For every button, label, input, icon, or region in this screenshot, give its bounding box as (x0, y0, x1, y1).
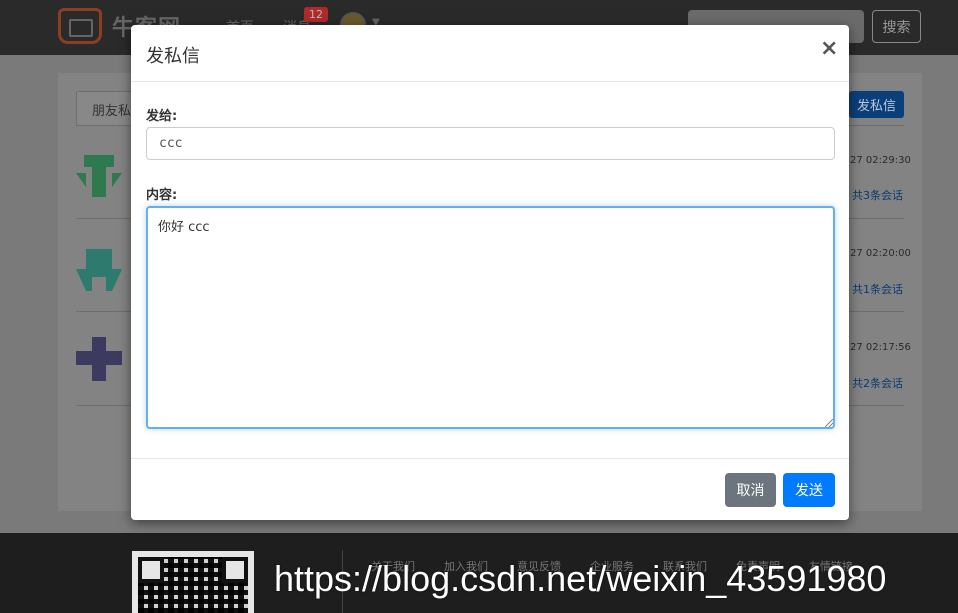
modal-title: 发私信 (146, 46, 200, 67)
open-send-letter-button[interactable]: 发私信 (849, 91, 904, 118)
conversation-avatar-2 (76, 249, 122, 291)
conversation-avatar-3 (76, 337, 122, 381)
conversation-count-link[interactable]: 共3条会话 (852, 187, 903, 203)
qr-finder-pattern (222, 557, 248, 583)
watermark-url: https://blog.csdn.net/weixin_43591980 (274, 558, 887, 599)
content-label: 内容: (146, 188, 178, 203)
conversation-time: 27 02:29:30 (850, 155, 911, 166)
conversation-time: 27 02:17:56 (850, 342, 911, 353)
close-icon[interactable]: × (820, 38, 838, 60)
resize-handle-icon[interactable] (825, 419, 833, 427)
send-letter-modal: 发私信 × 发给: 内容: 你好 ccc 取消 发送 (131, 25, 849, 520)
search-button[interactable]: 搜索 (872, 10, 921, 43)
conversation-time: 27 02:20:00 (850, 248, 911, 259)
recipient-label: 发给: (146, 109, 178, 124)
modal-header: 发私信 × (131, 25, 849, 82)
send-button[interactable]: 发送 (783, 473, 835, 507)
conversation-count-link[interactable]: 共1条会话 (852, 281, 903, 297)
qr-code-image (132, 551, 254, 613)
recipient-input[interactable] (146, 127, 835, 160)
logo-icon (58, 8, 102, 44)
modal-footer-divider (131, 458, 849, 459)
content-textarea[interactable]: 你好 ccc (146, 206, 835, 429)
cancel-button[interactable]: 取消 (725, 473, 776, 507)
qr-finder-pattern (138, 557, 164, 583)
conversation-avatar-1 (76, 155, 122, 197)
conversation-count-link[interactable]: 共2条会话 (852, 375, 903, 391)
message-count-badge: 12 (304, 7, 328, 22)
